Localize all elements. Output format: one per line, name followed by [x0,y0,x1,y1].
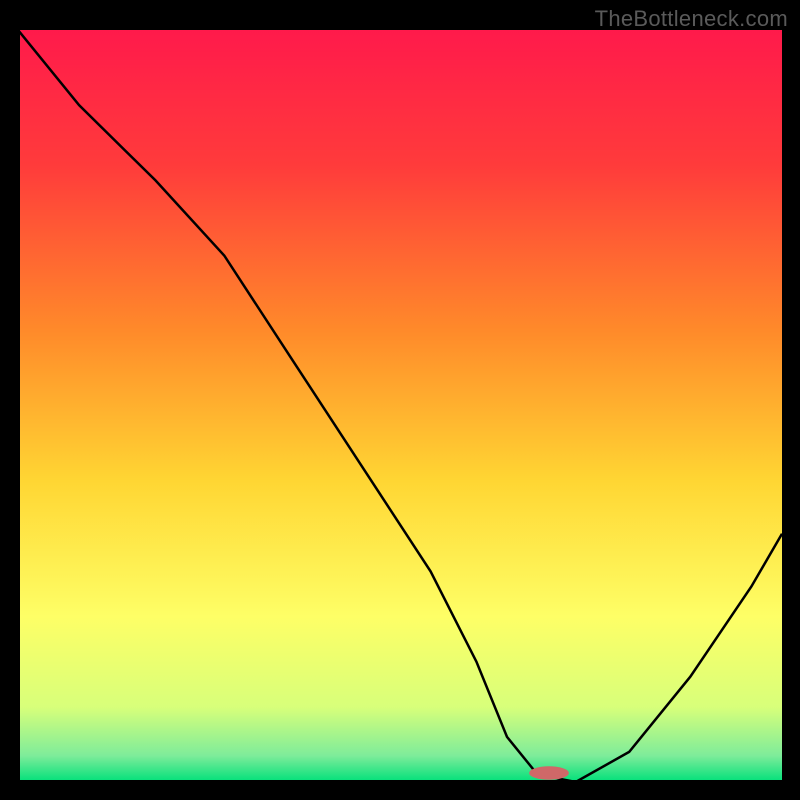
chart-frame: TheBottleneck.com [0,0,800,800]
gradient-background [18,30,782,782]
watermark-text: TheBottleneck.com [595,6,788,32]
plot-area [18,30,782,782]
chart-svg [18,30,782,782]
optimum-marker [529,766,569,780]
